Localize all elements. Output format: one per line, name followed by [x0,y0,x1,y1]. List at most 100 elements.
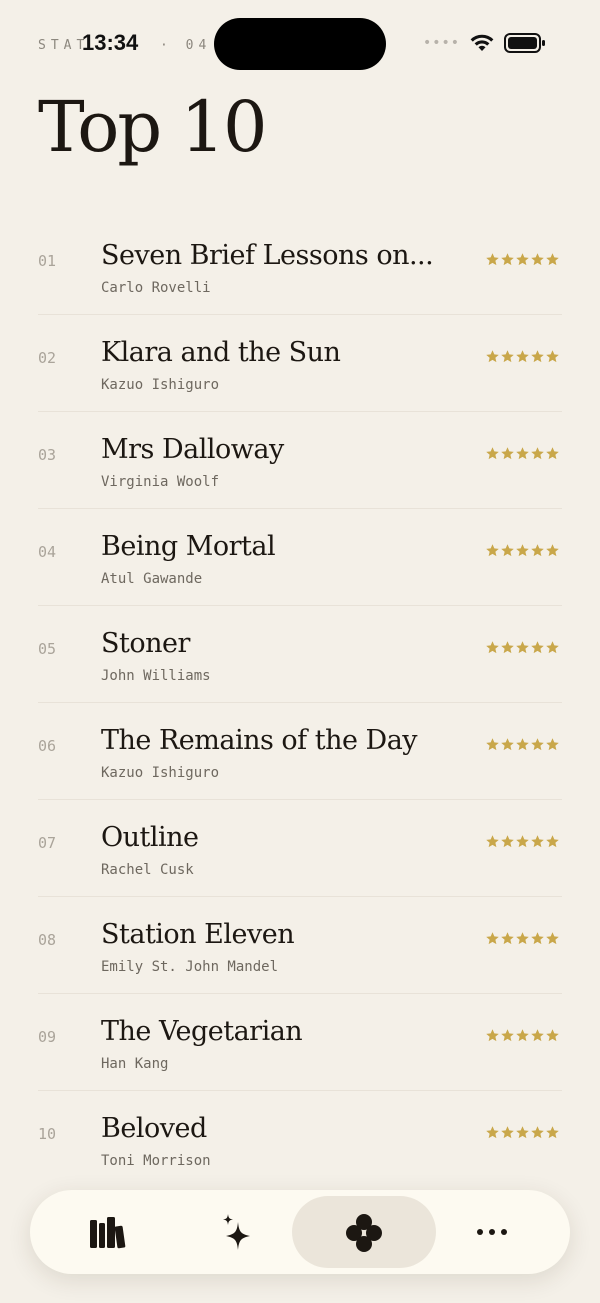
sparkle-icon [220,1212,254,1252]
star-icon [531,447,544,460]
book-author: Kazuo Ishiguro [101,765,220,781]
signal-icon: •••• [422,35,460,51]
star-icon [501,835,514,848]
star-icon [486,350,499,363]
star-icon [516,738,529,751]
book-rank: 10 [38,1125,57,1143]
star-icon [531,544,544,557]
status-time: 13:34 [82,30,139,55]
book-rank: 03 [38,446,57,464]
book-row[interactable]: 04 Being Mortal Atul Gawande [38,509,562,606]
star-icon [546,835,559,848]
wifi-icon [470,34,494,51]
battery-icon [504,33,545,53]
star-icon [516,447,529,460]
page-title: Top 10 [38,86,268,168]
star-icon [531,932,544,945]
book-row[interactable]: 01 Seven Brief Lessons on... Carlo Rovelli [38,218,562,315]
book-title: Klara and the Sun [101,337,341,368]
star-icon [486,1029,499,1042]
book-title: Outline [101,822,199,853]
book-author: Han Kang [101,1056,169,1072]
star-icon [501,350,514,363]
book-title: The Vegetarian [101,1016,303,1047]
star-icon [486,544,499,557]
star-icon [486,932,499,945]
book-title: Mrs Dalloway [101,434,284,465]
book-author: Toni Morrison [101,1153,211,1169]
tab-bar [30,1190,570,1274]
clover-icon [344,1212,384,1252]
book-author: Emily St. John Mandel [101,959,279,975]
book-title: Station Eleven [101,919,295,950]
star-icon [486,641,499,654]
star-icon [516,932,529,945]
tab-more[interactable] [420,1196,564,1268]
star-rating [485,1125,560,1140]
star-icon [546,932,559,945]
star-rating [485,349,560,364]
star-icon [501,932,514,945]
book-title: Seven Brief Lessons on... [101,240,434,271]
star-icon [516,544,529,557]
book-row[interactable]: 05 Stoner John Williams [38,606,562,703]
status-icons: •••• [423,32,546,54]
star-icon [531,350,544,363]
star-icon [501,544,514,557]
star-icon [531,641,544,654]
dynamic-island [214,18,386,70]
book-rank: 07 [38,834,57,852]
star-icon [546,738,559,751]
book-rank: 02 [38,349,57,367]
star-icon [486,447,499,460]
tab-sparkle[interactable] [165,1196,309,1268]
book-rank: 04 [38,543,57,561]
star-icon [546,641,559,654]
star-rating [485,834,560,849]
star-icon [546,1126,559,1139]
book-author: Virginia Woolf [101,474,220,490]
star-icon [501,1126,514,1139]
star-icon [546,544,559,557]
book-row[interactable]: 07 Outline Rachel Cusk [38,800,562,897]
star-icon [516,641,529,654]
star-icon [546,1029,559,1042]
star-icon [486,835,499,848]
book-rank: 06 [38,737,57,755]
star-icon [501,738,514,751]
book-row[interactable]: 03 Mrs Dalloway Virginia Woolf [38,412,562,509]
book-rank: 08 [38,931,57,949]
star-rating [485,446,560,461]
library-icon [88,1214,128,1250]
status-bar: STAT 13:34 · 04 •••• [0,0,600,90]
book-row[interactable]: 08 Station Eleven Emily St. John Mandel [38,897,562,994]
star-rating [485,737,560,752]
book-row[interactable]: 02 Klara and the Sun Kazuo Ishiguro [38,315,562,412]
star-icon [516,1126,529,1139]
book-row[interactable]: 10 Beloved Toni Morrison [38,1091,562,1187]
tab-clover[interactable] [292,1196,436,1268]
star-icon [486,738,499,751]
star-rating [485,1028,560,1043]
star-icon [531,1029,544,1042]
book-list: 01 Seven Brief Lessons on... Carlo Rovelli… [38,218,562,1187]
star-icon [516,1029,529,1042]
star-icon [501,253,514,266]
star-rating [485,543,560,558]
star-icon [531,738,544,751]
tab-library[interactable] [36,1196,180,1268]
book-row[interactable]: 09 The Vegetarian Han Kang [38,994,562,1091]
star-icon [501,641,514,654]
star-icon [546,253,559,266]
star-icon [516,350,529,363]
star-icon [531,1126,544,1139]
more-icon [475,1227,509,1237]
star-rating [485,252,560,267]
status-extra-text: · 04 [160,38,212,53]
book-author: Atul Gawande [101,571,203,587]
star-icon [531,253,544,266]
book-author: John Williams [101,668,211,684]
book-rank: 01 [38,252,57,270]
book-row[interactable]: 06 The Remains of the Day Kazuo Ishiguro [38,703,562,800]
star-icon [546,350,559,363]
